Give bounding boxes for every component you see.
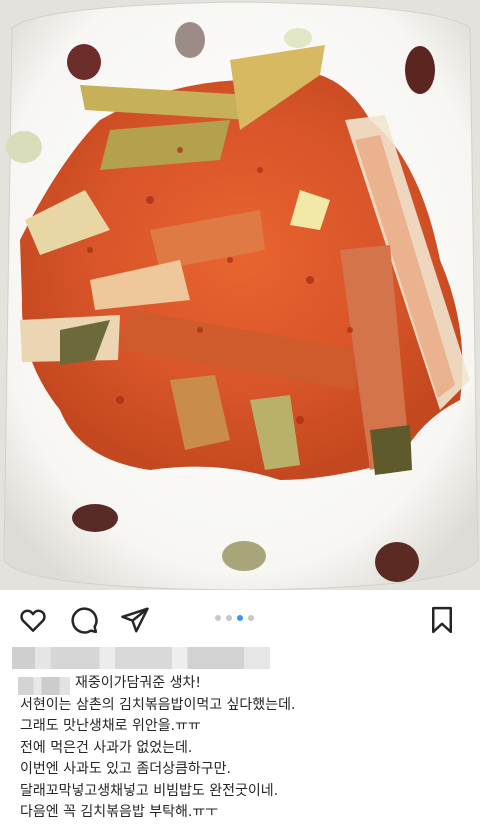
carousel-dot-active[interactable] — [237, 615, 243, 621]
post-photo[interactable] — [0, 0, 480, 590]
comment-button[interactable] — [68, 604, 100, 636]
comment-icon — [71, 607, 98, 634]
carousel-indicator — [215, 615, 254, 621]
caption-line: 그래도 맛난생채로 위안을.ㅠㅠ — [20, 718, 201, 734]
post-action-bar — [0, 590, 480, 648]
share-button[interactable] — [119, 604, 151, 636]
bookmark-icon — [432, 606, 452, 634]
heart-icon — [20, 609, 46, 632]
post-caption: 재중이가담궈준 생차! 서현이는 삼촌의 김치볶음밥이먹고 싶다했는데. 그래도… — [20, 673, 470, 824]
blurred-likes-text — [12, 647, 270, 669]
caption-line: 전에 먹은건 사과가 없었는데. — [20, 739, 193, 756]
caption-line: 서현이는 삼촌의 김치볶음밥이먹고 싶다했는데. — [20, 696, 296, 713]
paper-plane-icon — [121, 607, 149, 633]
carousel-dot[interactable] — [248, 615, 254, 621]
carousel-dot[interactable] — [215, 615, 221, 621]
food-image — [0, 0, 480, 590]
caption-line: 다음엔 꼭 김치볶음밥 부탁해.ㅠㅜ — [20, 804, 219, 820]
caption-line: 이번엔 사과도 있고 좀더상큼하구만. — [20, 761, 231, 777]
caption-line: 달래꼬막넣고생채넣고 비빔밥도 완전굿이네. — [20, 782, 279, 799]
save-button[interactable] — [426, 604, 458, 636]
carousel-dot[interactable] — [226, 615, 232, 621]
caption-line: 재중이가담궈준 생차! — [75, 675, 201, 691]
like-button[interactable] — [17, 604, 49, 636]
